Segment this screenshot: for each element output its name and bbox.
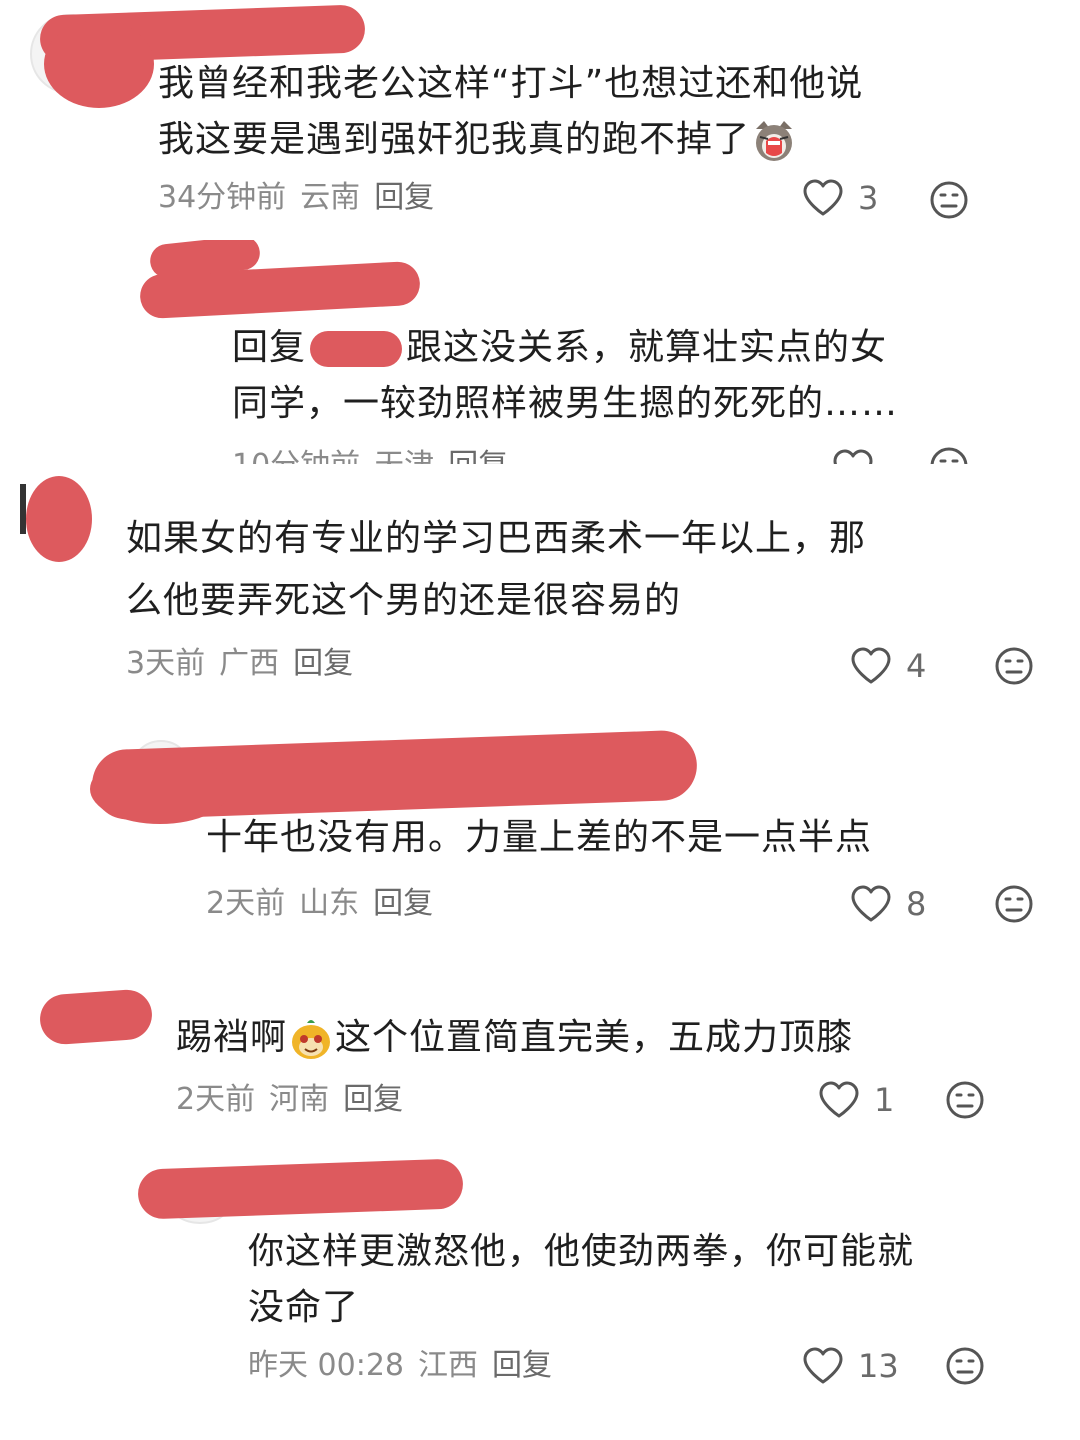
- redacted-avatar: [26, 476, 92, 562]
- reply-button[interactable]: 回复: [343, 1082, 403, 1117]
- cheeky-face-emoji: [289, 1017, 333, 1061]
- crying-cat-emoji: [752, 119, 796, 163]
- comment-time: 34分钟前: [158, 180, 287, 215]
- comment-text-line-1: 你这样更激怒他，他使劲两拳，你可能就: [248, 1231, 915, 1272]
- comment-text: 你这样更激怒他，他使劲两拳，你可能就 没命了: [248, 1224, 914, 1336]
- comment-meta: 34分钟前 云南 回复: [158, 178, 448, 218]
- comment-time: 2天前: [206, 886, 286, 921]
- comment-2: 回复 跟这没关系，就算壮实点的女 同学，一较劲照样被男生摁的死死的…… 10分钟前…: [0, 240, 1080, 464]
- comment-time: 10分钟前: [232, 448, 360, 464]
- like-button[interactable]: 8: [850, 882, 926, 926]
- heart-outline-icon: [803, 1347, 843, 1384]
- comment-text: 我曾经和我老公这样“打斗”也想过还和他说 我这要是遇到强奸犯我真的跑不掉了: [158, 56, 863, 168]
- like-button[interactable]: 1: [818, 1078, 894, 1122]
- avatar-edge-mark: [20, 484, 26, 534]
- neutral-face-icon[interactable]: [945, 1080, 985, 1120]
- comment-1: 我曾经和我老公这样“打斗”也想过还和他说 我这要是遇到强奸犯我真的跑不掉了 34…: [0, 0, 1080, 240]
- like-count: 1: [874, 1081, 895, 1119]
- like-button[interactable]: 13: [802, 1344, 899, 1388]
- comment-meta: 10分钟前天津回复: [232, 446, 522, 464]
- comment-text-line-1: 回复 跟这没关系，就算壮实点的女: [232, 320, 898, 376]
- reply-button[interactable]: 回复: [373, 886, 433, 921]
- comment-location: 广西: [219, 646, 280, 681]
- comment-text: 回复 跟这没关系，就算壮实点的女 同学，一较劲照样被男生摁的死死的……: [232, 320, 898, 432]
- heart-outline-icon: [851, 647, 891, 684]
- comment-text-line-2: 么他要弄死这个男的还是很容易的: [126, 580, 682, 621]
- like-count: 8: [906, 885, 927, 923]
- comment-time: 3天前: [126, 646, 206, 681]
- redacted-avatar: [44, 20, 154, 108]
- reply-button[interactable]: 回复: [374, 180, 434, 215]
- comment-text: 如果女的有专业的学习巴西柔术一年以上，那 么他要弄死这个男的还是很容易的: [126, 508, 866, 632]
- comment-meta: 昨天 00:28 江西 回复: [248, 1346, 566, 1386]
- heart-outline-icon: [803, 179, 843, 216]
- comment-text-line-1: 踢裆啊 这个位置简直完美，五成力顶膝: [176, 1010, 853, 1066]
- comment-location: 云南: [300, 180, 361, 215]
- comment-location: 江西: [418, 1348, 478, 1383]
- comment-text-line-1: 我曾经和我老公这样“打斗”也想过还和他说: [158, 63, 864, 104]
- neutral-face-icon[interactable]: [929, 446, 969, 464]
- heart-outline-icon: [819, 1081, 859, 1118]
- reply-button[interactable]: 回复: [448, 448, 508, 464]
- comment-text: 十年也没有用。力量上差的不是一点半点: [206, 810, 872, 866]
- comment-location: 天津: [374, 448, 434, 464]
- comment-time: 2天前: [176, 1082, 256, 1117]
- comment-text-after-emoji: 这个位置简直完美，五成力顶膝: [335, 1017, 854, 1058]
- heart-outline-icon: [833, 449, 873, 464]
- redacted-username: [38, 988, 154, 1046]
- comment-time: 昨天 00:28: [248, 1348, 404, 1383]
- heart-outline-icon: [851, 885, 891, 922]
- comment-location: 河南: [269, 1082, 330, 1117]
- comment-text-line-2-text: 我这要是遇到强奸犯我真的跑不掉了: [158, 119, 751, 160]
- reply-button[interactable]: 回复: [492, 1348, 552, 1383]
- comment-3: 如果女的有专业的学习巴西柔术一年以上，那 么他要弄死这个男的还是很容易的 3天前…: [0, 464, 1080, 714]
- redacted-mention: [310, 331, 403, 367]
- comment-text-line-1: 十年也没有用。力量上差的不是一点半点: [206, 817, 873, 858]
- like-button[interactable]: 4: [850, 644, 926, 688]
- like-button[interactable]: 3: [802, 176, 878, 220]
- reply-prefix: 回复: [232, 327, 307, 368]
- like-button[interactable]: [832, 446, 874, 464]
- comment-text-line-2: 我这要是遇到强奸犯我真的跑不掉了: [158, 112, 863, 168]
- neutral-face-icon[interactable]: [994, 884, 1034, 924]
- comment-text-line-1-text: 跟这没关系，就算壮实点的女: [406, 327, 888, 368]
- comment-text-line-2: 没命了: [248, 1287, 360, 1328]
- comment-text-before-emoji: 踢裆啊: [176, 1017, 288, 1058]
- comment-text-line-2: 同学，一较劲照样被男生摁的死死的……: [232, 383, 899, 424]
- comment-meta: 2天前 山东 回复: [206, 884, 447, 924]
- reply-button[interactable]: 回复: [293, 646, 353, 681]
- neutral-face-icon[interactable]: [945, 1346, 985, 1386]
- like-count: 3: [858, 179, 879, 217]
- like-count: 13: [858, 1347, 899, 1385]
- comment-5: 踢裆啊 这个位置简直完美，五成力顶膝 2天前 河南 回复 1: [0, 970, 1080, 1150]
- neutral-face-icon[interactable]: [994, 646, 1034, 686]
- comment-text: 踢裆啊 这个位置简直完美，五成力顶膝: [176, 1010, 853, 1066]
- comment-meta: 2天前 河南 回复: [176, 1080, 417, 1120]
- comment-location: 山东: [299, 886, 360, 921]
- comment-4: 十年也没有用。力量上差的不是一点半点 2天前 山东 回复 8: [0, 714, 1080, 954]
- comment-text-line-1: 如果女的有专业的学习巴西柔术一年以上，那: [126, 518, 867, 559]
- comment-meta: 3天前 广西 回复: [126, 644, 367, 684]
- like-count: 4: [906, 647, 927, 685]
- redacted-username: [137, 1158, 464, 1220]
- neutral-face-icon[interactable]: [929, 180, 969, 220]
- comment-6: 你这样更激怒他，他使劲两拳，你可能就 没命了 昨天 00:28 江西 回复 13: [0, 1150, 1080, 1410]
